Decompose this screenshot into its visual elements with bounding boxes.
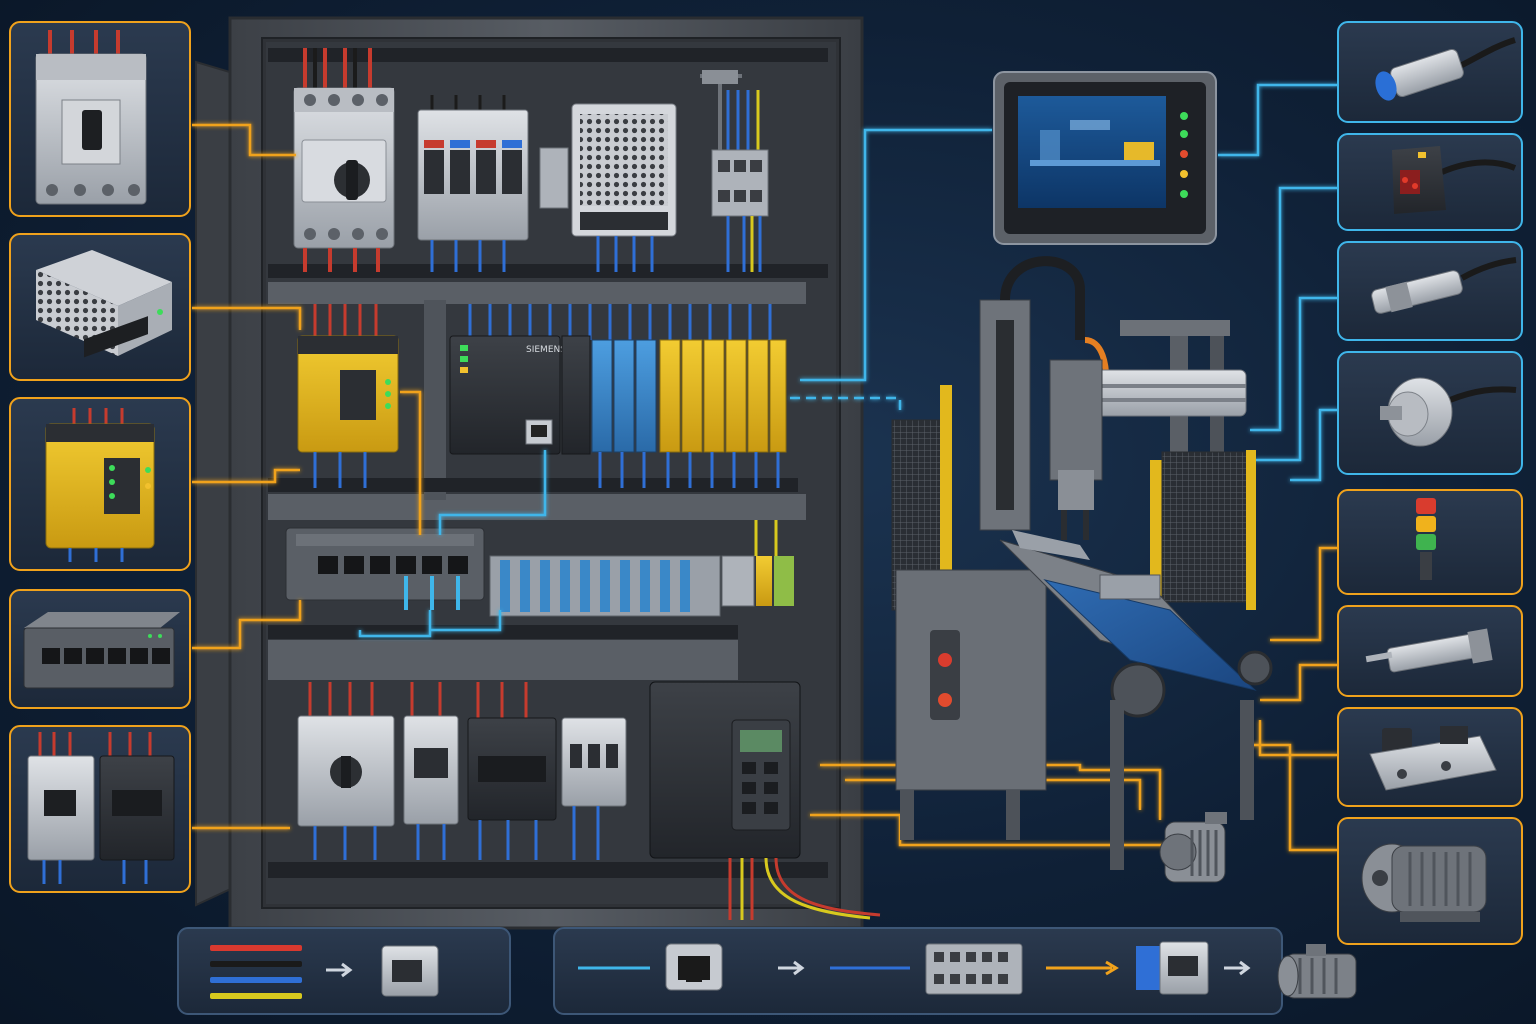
legend-motor-icon: [1277, 944, 1357, 999]
right-panel-stack-light[interactable]: [1337, 489, 1523, 595]
left-panel-safety-relay[interactable]: [9, 397, 191, 571]
right-panel-solenoid-valve[interactable]: [1337, 707, 1523, 807]
breaker-icon: [35, 30, 147, 205]
right-panel-inductive-proximity-sensor[interactable]: [1337, 21, 1523, 123]
contactor-small-icon: [381, 945, 439, 997]
safety-relay-icon: [45, 408, 155, 562]
wire-black: [210, 961, 302, 967]
terminal-block-icon: [925, 943, 1023, 995]
contactor-small-icon: [1136, 941, 1209, 995]
wire-red: [210, 945, 302, 951]
right-panel-cylindrical-sensor[interactable]: [1337, 241, 1523, 341]
left-components: [9, 21, 191, 893]
ethernet-switch[interactable]: [285, 527, 485, 610]
start-button[interactable]: [938, 653, 952, 667]
left-panel-network-switch[interactable]: [9, 589, 191, 709]
left-panel-contactors-overloads[interactable]: [9, 725, 191, 893]
packaging-machine: [891, 256, 1273, 883]
switch-icon: [23, 612, 180, 689]
conveyor-motor: [1159, 812, 1227, 883]
right-panel-rotary-encoder[interactable]: [1337, 351, 1523, 475]
left-panel-power-supply[interactable]: [9, 233, 191, 381]
control-cabinet: SIEMENS: [195, 16, 881, 930]
legend-wiring: [177, 927, 511, 1015]
control-system-diagram: SIEMENS: [0, 0, 1536, 1024]
wire-blue: [210, 977, 302, 983]
terminal-block: [539, 147, 569, 209]
wire-yellow: [210, 993, 302, 999]
right-components: [1337, 21, 1523, 945]
legend-signal-flow: [553, 927, 1283, 1015]
right-panel-pneumatic-cylinder[interactable]: [1337, 605, 1523, 697]
hmi-panel[interactable]: [993, 71, 1217, 245]
right-panel-photoelectric-sensor[interactable]: [1337, 133, 1523, 231]
right-panel-electric-motor[interactable]: [1337, 817, 1523, 945]
stop-button[interactable]: [938, 693, 952, 707]
din-rail: [268, 640, 738, 680]
rj45-port-icon: [665, 943, 723, 991]
left-panel-main-circuit-breaker[interactable]: [9, 21, 191, 217]
vfd-display: [740, 730, 782, 752]
plc-brand-label: SIEMENS: [526, 345, 566, 355]
din-rail: [268, 282, 806, 304]
